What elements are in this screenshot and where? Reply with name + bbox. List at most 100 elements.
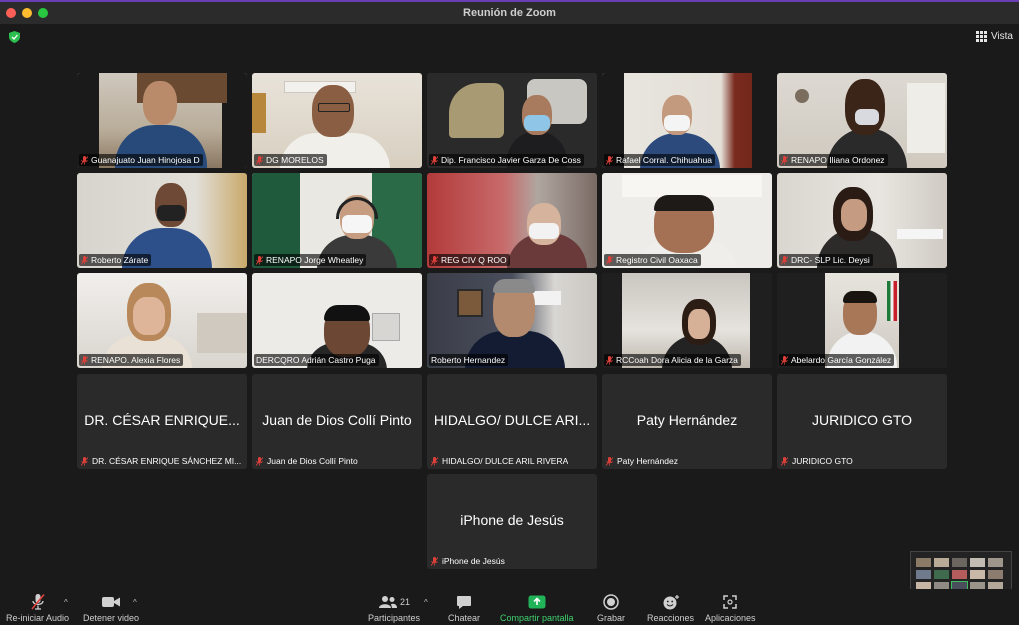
- participant-name: JURIDICO GTO: [792, 456, 853, 466]
- no-video-tile[interactable]: JURIDICO GTO JURIDICO GTO: [777, 374, 947, 469]
- video-camera-icon: [102, 597, 121, 607]
- no-video-tile[interactable]: Paty Hernández Paty Hernández: [602, 374, 772, 469]
- minimize-window-button[interactable]: [22, 8, 32, 18]
- participant-name: Roberto Zárate: [91, 255, 149, 265]
- video-tile[interactable]: DRC- SLP Lic. Deysi: [777, 173, 947, 268]
- participant-name: DG MORELOS: [266, 155, 324, 165]
- participant-name: HIDALGO/ DULCE ARIL RIVERA: [442, 456, 569, 466]
- participant-display-name: Juan de Dios Collí Pinto: [262, 412, 412, 428]
- video-tile[interactable]: RENAPO. Alexia Flores: [77, 273, 247, 368]
- no-video-tile[interactable]: iPhone de Jesús iPhone de Jesús: [427, 474, 597, 569]
- muted-mic-icon: [781, 456, 788, 466]
- audio-button[interactable]: Re-iniciar Audio: [6, 593, 69, 623]
- participant-name-tag: DR. CÉSAR ENRIQUE SÁNCHEZ MI...: [81, 456, 241, 466]
- video-options-caret-icon[interactable]: ^: [133, 598, 137, 607]
- video-tile[interactable]: REG CIV Q ROO: [427, 173, 597, 268]
- participants-button[interactable]: 21 Participantes: [368, 593, 420, 623]
- participant-name: RENAPO. Alexia Flores: [91, 355, 181, 365]
- muted-mic-icon: [781, 155, 788, 165]
- participant-name-tag: Rafael Corral. Chihuahua: [604, 154, 715, 166]
- reactions-button[interactable]: Reacciones: [647, 593, 694, 623]
- participant-name: DR. CÉSAR ENRIQUE SÁNCHEZ MI...: [92, 456, 241, 466]
- video-tile[interactable]: Rafael Corral. Chihuahua: [602, 73, 772, 168]
- apps-button-label: Aplicaciones: [705, 613, 756, 623]
- close-window-button[interactable]: [6, 8, 16, 18]
- shield-icon[interactable]: [9, 31, 20, 43]
- muted-mic-icon: [781, 255, 788, 265]
- muted-mic-icon: [81, 355, 88, 365]
- participant-name: Registro Civil Oaxaca: [616, 255, 698, 265]
- participant-display-name: Paty Hernández: [636, 412, 738, 428]
- audio-options-caret-icon[interactable]: ^: [64, 598, 68, 607]
- participant-name-tag: Paty Hernández: [606, 456, 678, 466]
- no-video-tile[interactable]: HIDALGO/ DULCE ARI... HIDALGO/ DULCE ARI…: [427, 374, 597, 469]
- window-title: Reunión de Zoom: [463, 7, 556, 19]
- participant-name: RENAPO Jorge Wheatley: [266, 255, 364, 265]
- share-screen-button[interactable]: Compartir pantalla: [500, 593, 574, 623]
- video-tile[interactable]: Abelardo García González: [777, 273, 947, 368]
- participant-name: Juan de Dios Collí Pinto: [267, 456, 358, 466]
- participant-name: DERCQRO Adrián Castro Puga: [256, 355, 376, 365]
- video-tile[interactable]: Guanajuato Juan Hinojosa D: [77, 73, 247, 168]
- participant-name-tag: DRC- SLP Lic. Deysi: [779, 254, 873, 266]
- muted-mic-icon: [606, 155, 613, 165]
- active-speaker-tile[interactable]: Roberto Hernandez: [427, 273, 597, 368]
- participants-button-label: Participantes: [368, 613, 421, 623]
- muted-mic-icon: [606, 355, 613, 365]
- no-video-tile[interactable]: DR. CÉSAR ENRIQUE... DR. CÉSAR ENRIQUE S…: [77, 374, 247, 469]
- muted-mic-icon: [781, 355, 788, 365]
- video-tile[interactable]: RENAPO Jorge Wheatley: [252, 173, 422, 268]
- video-tile[interactable]: Dip. Francisco Javier Garza De Coss: [427, 73, 597, 168]
- participant-name-tag: Roberto Hernandez: [429, 354, 509, 366]
- no-video-tile[interactable]: Juan de Dios Collí Pinto Juan de Dios Co…: [252, 374, 422, 469]
- video-tile[interactable]: Registro Civil Oaxaca: [602, 173, 772, 268]
- zoom-window: Reunión de Zoom Vista Guanajuato Juan Hi…: [0, 0, 1019, 625]
- participant-name-tag: RENAPO Jorge Wheatley: [254, 254, 367, 266]
- chat-button[interactable]: Chatear: [448, 593, 480, 623]
- video-tile[interactable]: DG MORELOS: [252, 73, 422, 168]
- muted-mic-icon: [606, 456, 613, 466]
- muted-mic-icon: [256, 155, 263, 165]
- participant-name-tag: JURIDICO GTO: [781, 456, 853, 466]
- participant-display-name: iPhone de Jesús: [460, 512, 564, 528]
- participant-name: Rafael Corral. Chihuahua: [616, 155, 712, 165]
- participant-name-tag: RENAPO. Alexia Flores: [79, 354, 184, 366]
- video-tile[interactable]: DERCQRO Adrián Castro Puga: [252, 273, 422, 368]
- reactions-button-label: Reacciones: [647, 613, 695, 623]
- participant-name-tag: DERCQRO Adrián Castro Puga: [254, 354, 379, 366]
- participant-name: Paty Hernández: [617, 456, 678, 466]
- record-button[interactable]: Grabar: [597, 593, 625, 623]
- smiley-reaction-icon: [663, 595, 679, 610]
- title-bar: Reunión de Zoom: [0, 2, 1019, 24]
- participants-options-caret-icon[interactable]: ^: [424, 598, 428, 607]
- view-button[interactable]: Vista: [975, 31, 1013, 42]
- muted-microphone-icon: [30, 593, 45, 610]
- maximize-window-button[interactable]: [38, 8, 48, 18]
- participant-name-tag: RCCoah Dora Alicia de la Garza: [604, 354, 741, 366]
- muted-mic-icon: [431, 556, 438, 566]
- video-tile[interactable]: RCCoah Dora Alicia de la Garza: [602, 273, 772, 368]
- muted-mic-icon: [81, 255, 88, 265]
- video-button[interactable]: Detener video: [83, 593, 139, 623]
- window-controls: [6, 8, 48, 18]
- view-label: Vista: [990, 31, 1013, 42]
- video-button-label: Detener video: [83, 613, 140, 623]
- participant-name: RENAPO Iliana Ordonez: [791, 155, 885, 165]
- participant-name-tag: RENAPO Iliana Ordonez: [779, 154, 888, 166]
- muted-mic-icon: [81, 155, 88, 165]
- muted-mic-icon: [431, 456, 438, 466]
- participant-name-tag: Abelardo García González: [779, 354, 895, 366]
- chat-button-label: Chatear: [448, 613, 481, 623]
- participant-display-name: HIDALGO/ DULCE ARI...: [433, 412, 591, 428]
- muted-mic-icon: [606, 255, 613, 265]
- meeting-toolbar: Re-iniciar Audio ^ Detener video ^ 21 Pa…: [0, 589, 1019, 625]
- participant-name: Guanajuato Juan Hinojosa D: [91, 155, 200, 165]
- participant-name: REG CIV Q ROO: [441, 255, 507, 265]
- participant-name: DRC- SLP Lic. Deysi: [791, 255, 870, 265]
- record-button-label: Grabar: [597, 613, 626, 623]
- apps-button[interactable]: Aplicaciones: [705, 593, 756, 623]
- video-tile[interactable]: Roberto Zárate: [77, 173, 247, 268]
- muted-mic-icon: [256, 255, 263, 265]
- video-tile[interactable]: RENAPO Iliana Ordonez: [777, 73, 947, 168]
- participant-name: RCCoah Dora Alicia de la Garza: [616, 355, 738, 365]
